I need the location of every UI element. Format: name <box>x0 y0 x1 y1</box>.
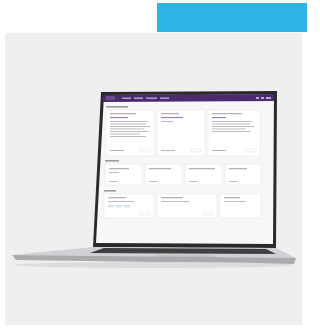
section-title-2 <box>105 160 119 162</box>
app-logo <box>106 96 115 100</box>
user-avatar <box>266 97 271 99</box>
nav-item <box>160 97 169 99</box>
card-button <box>190 148 202 153</box>
tag-chips <box>108 205 130 208</box>
card-button <box>245 148 257 153</box>
card-button <box>202 211 214 216</box>
laptop-illustration <box>12 91 296 268</box>
nav-item <box>122 97 131 99</box>
header-icons <box>256 97 271 99</box>
tag-chip <box>108 205 114 208</box>
section-title-1 <box>106 106 128 108</box>
settings-icon <box>261 97 264 99</box>
tag-chip <box>116 205 122 208</box>
card-button <box>139 148 151 153</box>
nav-item <box>134 97 143 99</box>
laptop-shadow <box>14 262 294 268</box>
search-icon <box>256 97 259 99</box>
section-title-3 <box>104 190 116 192</box>
card-row-1 <box>105 109 261 157</box>
tag-chip <box>124 205 130 208</box>
nav-item <box>146 97 157 99</box>
card-button <box>139 211 151 216</box>
